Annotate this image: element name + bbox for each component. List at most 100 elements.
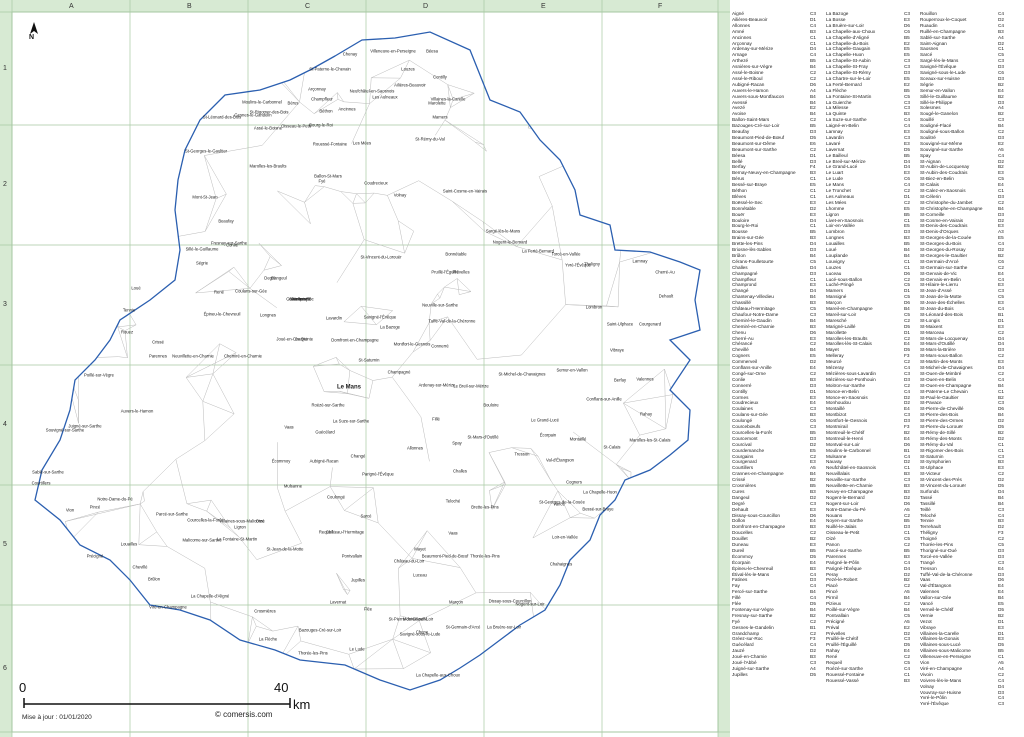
index-commune-name: Courcemont: [732, 435, 758, 441]
index-commune-name: Brette-les-Pins: [732, 241, 763, 247]
index-entry: Mayet D5: [826, 347, 910, 352]
index-grid-square: B4: [810, 93, 816, 99]
commune-label: Vibraye: [609, 347, 625, 353]
index-commune-name: St-Léonard-des-Bois: [920, 311, 963, 317]
index-commune-name: Congé-sur-Orne: [732, 370, 766, 376]
index-grid-square: A4: [998, 665, 1004, 671]
index-entry: La Chapelle-aux-Choux C6: [826, 29, 910, 34]
index-commune-name: Marigné-Laillé: [826, 323, 856, 329]
index-grid-square: C4: [904, 388, 910, 394]
index-entry: Le Grand-Lucé D4: [826, 164, 910, 169]
index-entry: Mézières-sur-Ponthouin D3: [826, 377, 910, 382]
index-commune-name: Auvers-sous-Montfaucon: [732, 93, 785, 99]
update-date: Mise à jour : 01/01/2020: [22, 714, 92, 721]
index-entry: Écommoy D5: [732, 554, 816, 559]
index-entry: Montval-sur-Loir D6: [826, 442, 910, 447]
column-label: C: [305, 3, 311, 10]
index-commune-name: Avezé: [732, 105, 745, 111]
index-commune-name: Connerré: [732, 382, 752, 388]
index-commune-name: St-Calez-en-Saosnois: [920, 188, 966, 193]
index-grid-square: C3: [998, 117, 1004, 123]
commune-label: St-Rémy-du-Val: [415, 136, 445, 142]
index-commune-name: Montbizot: [826, 412, 847, 418]
index-grid-square: C2: [810, 630, 816, 636]
index-commune-name: Tassé: [920, 494, 933, 500]
index-entry: Ballon-Saint-Mars C2: [732, 117, 816, 122]
index-entry: St-Symphorien B3: [920, 459, 1004, 464]
index-commune-name: Chemiré-le-Gaudin: [732, 317, 772, 323]
index-grid-square: D3: [998, 547, 1004, 553]
index-commune-name: Doucelles: [732, 530, 753, 536]
index-commune-name: La Milesse: [826, 105, 849, 111]
index-commune-name: Ardenay-sur-Mérize: [732, 46, 774, 52]
index-grid-square: C2: [998, 129, 1004, 134]
index-entry: Auvers-le-Hamon A4: [732, 88, 816, 93]
index-entry: Prévelles D2: [826, 631, 910, 636]
index-commune-name: La Bosse: [826, 16, 846, 22]
index-entry: Villeneuve-en-Perseigne C1: [920, 654, 1004, 659]
index-entry: Contilly D1: [732, 389, 816, 394]
index-entry: Nogent-sur-Loir D6: [826, 501, 910, 506]
index-entry: Longnes B3: [826, 235, 910, 240]
index-commune-name: Fontenay-sur-Vègre: [732, 606, 774, 612]
index-entry: Courgains C2: [732, 454, 816, 459]
index-commune-name: La Guierche: [826, 99, 852, 105]
index-entry: Marçon D6: [826, 300, 910, 305]
index-entry: Montbizot C3: [826, 412, 910, 418]
commune-label: Connerré: [431, 343, 449, 349]
index-grid-square: D2: [904, 494, 910, 500]
index-commune-name: Épineu-le-Chevreuil: [732, 565, 774, 571]
index-grid-square: D3: [810, 158, 816, 164]
index-grid-square: B4: [904, 306, 910, 311]
row-label: 2: [3, 181, 7, 188]
index-commune-name: Tuffé-Val-de-la-Chéronne: [920, 571, 973, 577]
index-grid-square: D5: [904, 146, 910, 152]
commune-label: Fyé: [318, 178, 326, 184]
commune-label: Val-d'Étangson: [546, 457, 574, 463]
commune-label: Le Grand-Lucé: [531, 417, 559, 423]
index-entry: Valennes E4: [920, 589, 1004, 594]
index-grid-square: C4: [998, 677, 1004, 683]
index-entry: Chemiré-le-Gaudin B4: [732, 317, 816, 323]
index-grid-square: B1: [810, 624, 816, 630]
index-grid-square: D6: [904, 441, 910, 447]
commune-label: Oisseau-le-Petit: [281, 123, 311, 129]
index-commune-name: St-Aubin-des-Coudrais: [920, 170, 968, 176]
commune-label: Parigné-l'Évêque: [362, 471, 394, 477]
index-entry: Melleray F3: [826, 353, 909, 358]
index-commune-name: Lavernat: [826, 146, 845, 152]
index-entry: Rouessé-Fontaine C1: [826, 672, 910, 677]
commune-label: Champagné: [387, 369, 411, 375]
index-commune-name: Mareil-sur-Loir: [826, 311, 857, 317]
index-entry: La Guierche C3: [826, 99, 910, 105]
index-entry: St-Pierre-du-Lorouër D5: [920, 424, 1004, 429]
index-grid-square: C4: [998, 152, 1004, 158]
index-commune-name: Bazouges-Cré-sur-Loir: [732, 123, 780, 129]
commune-label: Tennie: [122, 307, 136, 313]
index-commune-name: Yvré-l'Évêque: [920, 701, 949, 707]
index-commune-name: St-Rémy-du-Val: [920, 441, 953, 447]
commune-label: Mont-St-Jean: [192, 194, 218, 200]
index-grid-square: E4: [998, 583, 1004, 589]
index-entry: Domfront-en-Champagne B3: [732, 524, 816, 529]
index-entry: Nuillé-le-Jalais D3: [826, 524, 910, 529]
index-grid-square: D1: [904, 288, 910, 294]
index-grid-square: D1: [998, 618, 1004, 624]
index-grid-square: C5: [810, 258, 816, 264]
index-commune-name: Blèves: [732, 193, 747, 199]
index-entry: Noyen-sur-Sarthe B5: [826, 518, 910, 523]
index-commune-name: Bousse: [732, 229, 748, 235]
index-grid-square: B2: [904, 429, 910, 435]
commune-label: Pincé: [89, 504, 101, 510]
index-commune-name: Le Bailleul: [826, 152, 848, 158]
index-commune-name: St-Maixent: [920, 323, 943, 329]
index-entry: Épineu-le-Chevreuil B3: [732, 565, 816, 571]
index-grid-square: C4: [810, 571, 816, 577]
index-grid-square: B3: [998, 518, 1004, 524]
index-entry: Préval E2: [826, 625, 910, 630]
index-entry: St-Saturnin C3: [920, 454, 1004, 459]
index-entry: Jauzé D2: [732, 648, 816, 653]
index-grid-square: D5: [998, 424, 1004, 429]
commune-label: Beaumont-Pied-de-Bœuf: [421, 553, 469, 559]
index-commune-name: Lhomme: [826, 205, 845, 211]
